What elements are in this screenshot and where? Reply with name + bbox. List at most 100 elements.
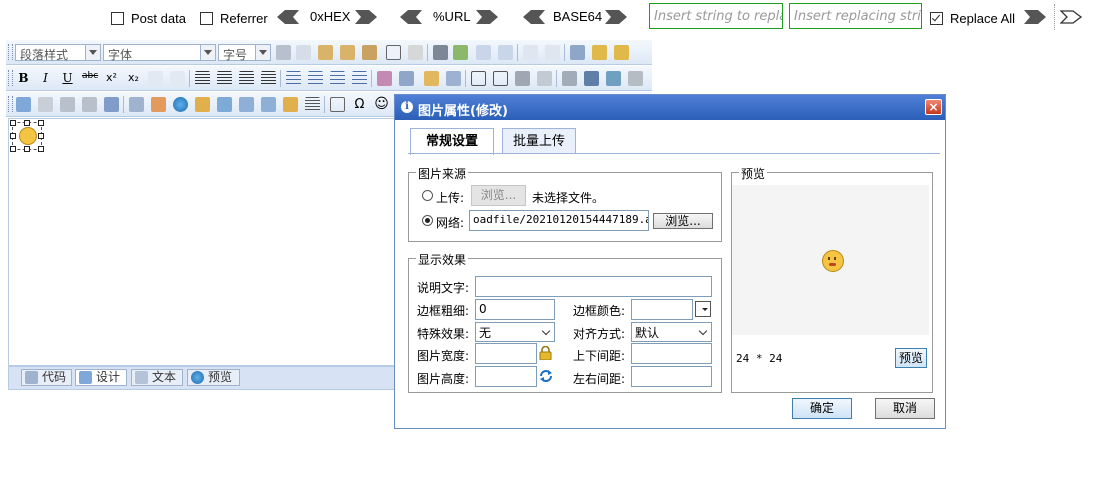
emoticon-icon[interactable]: ☺ <box>374 97 389 112</box>
resize-handle[interactable] <box>38 120 44 126</box>
hex-encode-arrow-icon[interactable] <box>355 10 377 24</box>
effect-select[interactable]: 无 <box>475 322 555 342</box>
border-width-input[interactable]: 0 <box>475 299 555 320</box>
font-family-select[interactable]: 字体 <box>103 44 216 62</box>
document-icon[interactable] <box>570 45 585 60</box>
align-select[interactable]: 默认 <box>631 322 712 342</box>
border-color-input[interactable] <box>631 299 693 320</box>
anchor-icon[interactable] <box>584 71 599 86</box>
hex-decode-arrow-icon[interactable] <box>277 10 299 24</box>
align-left-icon[interactable] <box>195 71 210 86</box>
template-icon[interactable] <box>330 97 345 112</box>
resize-handle[interactable] <box>24 146 30 152</box>
align-center-icon[interactable] <box>217 71 232 86</box>
paragraph-style-select[interactable]: 段落样式 <box>15 44 101 62</box>
cut-icon[interactable] <box>276 45 291 60</box>
frame-icon[interactable] <box>151 97 166 112</box>
base64-decode-arrow-icon[interactable] <box>523 10 545 24</box>
web-icon[interactable] <box>173 97 188 112</box>
tab-general-settings[interactable]: 常规设置 <box>410 128 494 155</box>
import-icon[interactable] <box>283 97 298 112</box>
bold-icon[interactable]: B <box>16 71 31 86</box>
font-size-select[interactable]: 字号 <box>218 44 271 62</box>
network-browse-button[interactable]: 浏览... <box>653 213 713 229</box>
url-encode-arrow-icon[interactable] <box>476 10 498 24</box>
ordered-list-icon[interactable] <box>286 71 301 86</box>
eraser-icon[interactable] <box>408 45 423 60</box>
refresh-icon[interactable] <box>539 369 553 383</box>
layer-icon[interactable] <box>592 45 607 60</box>
absolute-position-icon[interactable] <box>545 45 560 60</box>
chart-icon[interactable] <box>217 97 232 112</box>
paste-text-icon[interactable] <box>340 45 355 60</box>
highlight-color-icon[interactable] <box>170 71 185 86</box>
select-pointer-icon[interactable] <box>523 45 538 60</box>
replace-arrow-icon[interactable] <box>1024 10 1046 24</box>
superscript-icon[interactable]: x² <box>104 71 119 86</box>
upload-browse-button[interactable]: 浏览... <box>471 185 526 206</box>
fill-color-icon[interactable] <box>424 71 439 86</box>
replace-all-checkbox[interactable]: Replace All <box>930 10 1015 26</box>
box-icon[interactable] <box>471 71 486 86</box>
attachment-icon[interactable] <box>82 97 97 112</box>
mode-design-button[interactable]: 设计 <box>75 369 127 386</box>
selected-image[interactable] <box>10 120 44 152</box>
resize-handle[interactable] <box>38 133 44 139</box>
italic-icon[interactable]: I <box>38 71 53 86</box>
strikethrough-icon[interactable]: abc <box>82 71 98 86</box>
font-color-icon[interactable] <box>148 71 163 86</box>
mode-preview-button[interactable]: 预览 <box>187 369 240 386</box>
subscript-icon[interactable]: x₂ <box>126 71 141 86</box>
align-justify-icon[interactable] <box>261 71 276 86</box>
post-data-box[interactable] <box>111 11 124 25</box>
image-icon[interactable] <box>16 97 31 112</box>
table-icon[interactable] <box>129 97 144 112</box>
replace-arrow-outline-icon[interactable] <box>1060 10 1082 24</box>
dialog-title-bar[interactable]: i 图片属性(修改) × <box>395 95 945 120</box>
upload-icon[interactable] <box>195 97 210 112</box>
flash-icon[interactable] <box>38 97 53 112</box>
spellcheck-icon[interactable] <box>453 45 468 60</box>
layer-copy-icon[interactable] <box>614 45 629 60</box>
resize-handle[interactable] <box>10 133 16 139</box>
base64-encode-arrow-icon[interactable] <box>605 10 627 24</box>
lock-icon[interactable] <box>539 346 552 360</box>
mode-text-button[interactable]: 文本 <box>131 369 183 386</box>
post-data-checkbox[interactable]: Post data <box>111 10 186 26</box>
upload-radio[interactable] <box>422 190 433 201</box>
toolbar-grip[interactable] <box>8 96 13 112</box>
network-radio[interactable] <box>422 215 433 226</box>
media-icon[interactable] <box>60 97 75 112</box>
resize-handle[interactable] <box>10 120 16 126</box>
map-icon[interactable] <box>606 71 621 86</box>
indent-icon[interactable] <box>352 71 367 86</box>
file-icon[interactable] <box>104 97 119 112</box>
preview-button[interactable]: 预览 <box>895 348 927 368</box>
link-icon[interactable] <box>562 71 577 86</box>
text-direction-icon[interactable] <box>377 71 392 86</box>
toolbar-grip[interactable] <box>8 44 13 60</box>
ok-button[interactable]: 确定 <box>792 398 852 419</box>
undo-icon[interactable] <box>476 45 491 60</box>
paste-word-icon[interactable] <box>362 45 377 60</box>
image-width-input[interactable] <box>475 343 537 364</box>
gallery-icon[interactable] <box>239 97 254 112</box>
tab-batch-upload[interactable]: 批量上传 <box>502 128 576 154</box>
insert-replacing-input[interactable]: Insert replacing string <box>789 3 922 29</box>
insert-string-input[interactable]: Insert string to replace <box>649 3 783 29</box>
referrer-box[interactable] <box>200 11 213 25</box>
cancel-button[interactable]: 取消 <box>875 398 935 419</box>
caption-input[interactable] <box>475 276 712 297</box>
screenshot-icon[interactable] <box>261 97 276 112</box>
special-char-icon[interactable]: Ω <box>352 97 367 112</box>
mode-code-button[interactable]: 代码 <box>21 369 72 386</box>
color-picker-icon[interactable] <box>695 301 711 317</box>
align-right-icon[interactable] <box>239 71 254 86</box>
outdent-icon[interactable] <box>330 71 345 86</box>
hspace-input[interactable] <box>631 366 712 387</box>
network-url-input[interactable]: oadfile/20210120154447189.asp <box>469 210 649 231</box>
underline-icon[interactable]: U <box>60 71 75 86</box>
resize-handle[interactable] <box>24 120 30 126</box>
paragraph-format-icon[interactable] <box>399 71 414 86</box>
url-decode-arrow-icon[interactable] <box>400 10 422 24</box>
